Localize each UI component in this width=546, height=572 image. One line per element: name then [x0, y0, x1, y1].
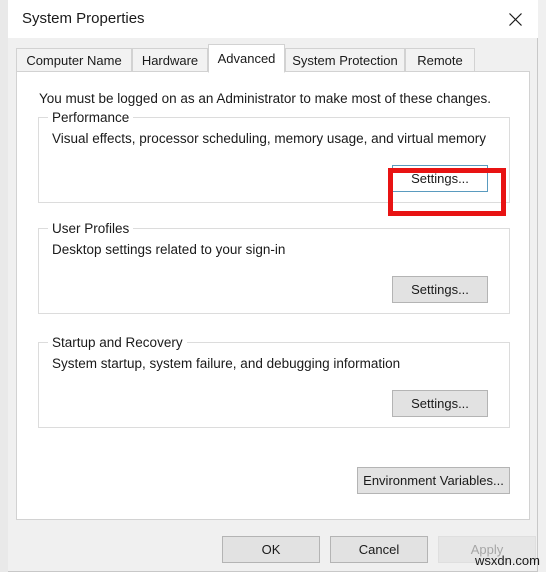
startup-and-recovery-group-title: Startup and Recovery	[48, 335, 187, 350]
performance-group: Performance Visual effects, processor sc…	[38, 110, 510, 203]
button-label: Cancel	[358, 542, 400, 557]
watermark: wsxdn.com	[474, 553, 540, 568]
tab-label: Remote	[417, 52, 463, 68]
tab-hardware[interactable]: Hardware	[132, 48, 208, 72]
user-profiles-group-title: User Profiles	[48, 221, 134, 236]
tab-computer-name[interactable]: Computer Name	[16, 48, 132, 72]
ok-button[interactable]: OK	[222, 536, 320, 563]
environment-variables-button[interactable]: Environment Variables...	[357, 467, 510, 494]
title-bar: System Properties	[8, 0, 538, 38]
administrator-note: You must be logged on as an Administrato…	[39, 91, 492, 106]
button-label: Settings...	[411, 396, 469, 411]
window-title: System Properties	[22, 10, 145, 27]
tab-advanced[interactable]: Advanced	[208, 44, 285, 73]
button-label: OK	[261, 542, 281, 557]
startup-and-recovery-settings-button[interactable]: Settings...	[392, 390, 488, 417]
cancel-button[interactable]: Cancel	[330, 536, 428, 563]
performance-settings-button[interactable]: Settings...	[392, 165, 488, 192]
user-profiles-group-description: Desktop settings related to your sign-in	[52, 242, 286, 257]
startup-and-recovery-group-description: System startup, system failure, and debu…	[52, 356, 401, 371]
user-profiles-group: User Profiles Desktop settings related t…	[38, 221, 510, 314]
performance-group-description: Visual effects, processor scheduling, me…	[52, 131, 486, 146]
tab-remote[interactable]: Remote	[405, 48, 475, 72]
button-label: Environment Variables...	[363, 473, 504, 488]
performance-group-title: Performance	[48, 110, 134, 125]
advanced-tab-panel: You must be logged on as an Administrato…	[16, 71, 530, 520]
tab-strip: Computer Name Hardware Advanced System P…	[16, 44, 530, 73]
tab-label: Advanced	[217, 51, 276, 66]
tab-label: System Protection	[292, 52, 398, 68]
startup-and-recovery-group: Startup and Recovery System startup, sys…	[38, 335, 510, 428]
tab-system-protection[interactable]: System Protection	[285, 48, 405, 72]
tab-label: Hardware	[141, 52, 199, 68]
close-icon[interactable]	[492, 0, 538, 38]
system-properties-dialog: System Properties Computer Name Hardware…	[8, 0, 538, 572]
tab-label: Computer Name	[26, 52, 122, 68]
user-profiles-settings-button[interactable]: Settings...	[392, 276, 488, 303]
button-label: Settings...	[411, 282, 469, 297]
button-label: Settings...	[411, 171, 469, 186]
